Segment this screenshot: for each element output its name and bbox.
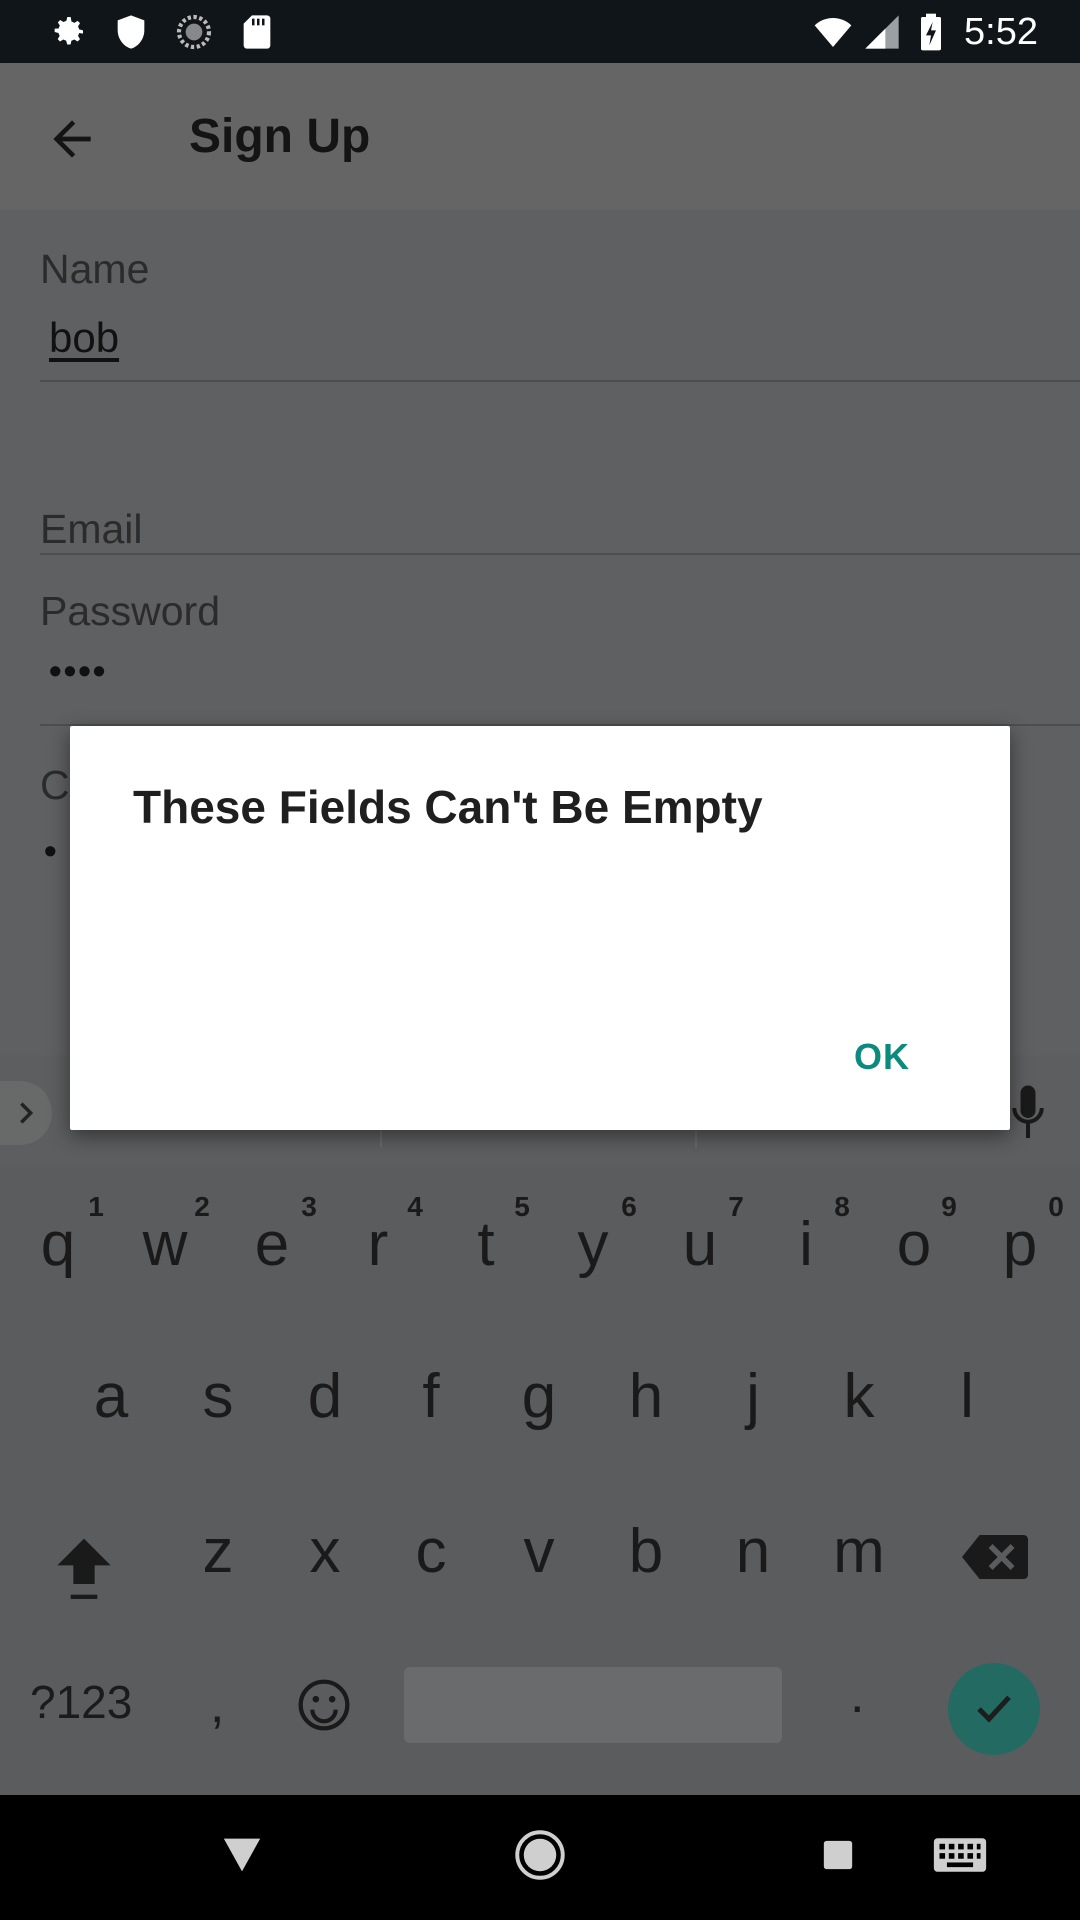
status-bar: 5:52 <box>0 0 1080 63</box>
battery-charging-icon <box>921 13 941 51</box>
checkmark-icon <box>977 1695 1011 1723</box>
key-j[interactable]: j <box>703 1362 803 1432</box>
keyboard: q w e r t y u i o p 1 2 3 4 5 6 7 8 9 0 … <box>0 1055 1080 1795</box>
emoji-icon[interactable] <box>296 1677 352 1733</box>
sync-icon <box>176 14 212 50</box>
recents-square-icon[interactable] <box>821 1838 855 1872</box>
navigation-bar <box>0 1795 1080 1920</box>
key-m[interactable]: m <box>809 1517 909 1587</box>
hint-8: 8 <box>834 1191 850 1222</box>
key-d[interactable]: d <box>275 1362 375 1432</box>
key-g[interactable]: g <box>489 1362 589 1432</box>
key-s[interactable]: s <box>168 1362 268 1432</box>
expand-suggestions-button[interactable] <box>0 1081 52 1145</box>
status-time: 5:52 <box>964 11 1038 53</box>
dialog-title: These Fields Can't Be Empty <box>133 781 763 833</box>
name-label: Name <box>40 246 150 292</box>
key-f[interactable]: f <box>381 1362 481 1432</box>
key-a[interactable]: a <box>61 1362 161 1432</box>
key-h[interactable]: h <box>596 1362 696 1432</box>
mic-icon[interactable] <box>1010 1083 1046 1143</box>
key-z[interactable]: z <box>168 1517 268 1587</box>
chevron-right-icon <box>20 1102 34 1124</box>
sd-card-icon <box>243 15 271 49</box>
hint-2: 2 <box>194 1191 210 1222</box>
period-key[interactable]: . <box>850 1665 864 1725</box>
key-n[interactable]: n <box>703 1517 803 1587</box>
back-triangle-icon[interactable] <box>220 1835 264 1875</box>
alert-dialog: These Fields Can't Be Empty OK <box>70 726 1010 1130</box>
confirm-password-label: C <box>40 762 70 808</box>
hint-5: 5 <box>514 1191 530 1222</box>
email-field[interactable]: Email <box>40 506 143 553</box>
hint-1: 1 <box>88 1191 104 1222</box>
key-x[interactable]: x <box>275 1517 375 1587</box>
password-field[interactable]: •••• <box>49 650 107 692</box>
name-field[interactable]: bob <box>49 314 119 362</box>
comma-key[interactable]: , <box>210 1675 224 1735</box>
space-key[interactable] <box>404 1667 782 1743</box>
home-circle-icon[interactable] <box>514 1829 566 1881</box>
password-label: Password <box>40 588 221 634</box>
hint-6: 6 <box>621 1191 637 1222</box>
arrow-back-icon[interactable] <box>44 111 100 167</box>
hint-9: 9 <box>941 1191 957 1222</box>
backspace-icon[interactable] <box>962 1532 1028 1582</box>
hint-3: 3 <box>301 1191 317 1222</box>
enter-key[interactable] <box>948 1663 1040 1755</box>
signal-icon <box>865 15 899 49</box>
gear-icon <box>54 17 83 45</box>
email-underline <box>40 553 1080 555</box>
key-c[interactable]: c <box>381 1517 481 1587</box>
shift-icon[interactable] <box>52 1533 116 1603</box>
hint-7: 7 <box>728 1191 744 1222</box>
symbols-key[interactable]: ?123 <box>30 1675 132 1729</box>
keyboard-icon[interactable] <box>932 1835 988 1875</box>
hint-0: 0 <box>1048 1191 1064 1222</box>
key-k[interactable]: k <box>809 1362 909 1432</box>
key-l[interactable]: l <box>917 1362 1017 1432</box>
wifi-icon <box>814 18 852 47</box>
hint-4: 4 <box>407 1191 423 1222</box>
key-v[interactable]: v <box>489 1517 589 1587</box>
app-bar: Sign Up <box>0 63 1080 210</box>
page-title: Sign Up <box>189 110 371 163</box>
key-b[interactable]: b <box>596 1517 696 1587</box>
name-underline <box>40 380 1080 382</box>
confirm-password-field[interactable]: • <box>44 830 57 872</box>
ok-button[interactable]: OK <box>854 1036 910 1078</box>
shield-icon <box>117 15 145 49</box>
